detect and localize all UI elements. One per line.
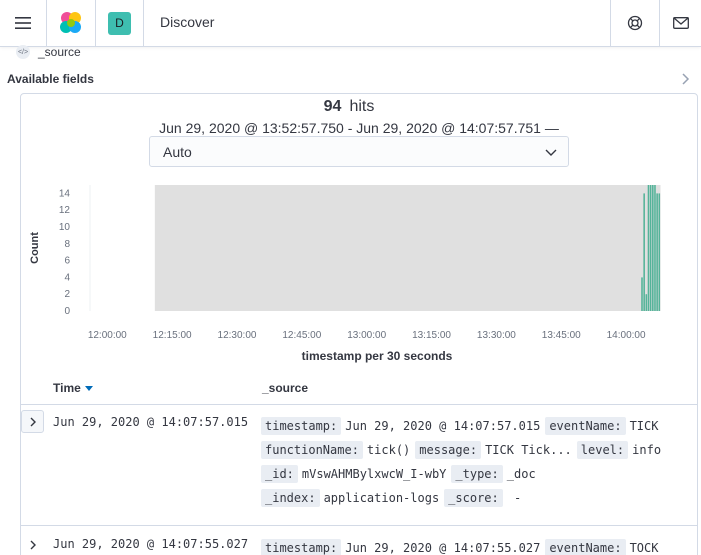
histogram-bar[interactable] [658, 193, 661, 311]
column-header-source: _source [262, 381, 309, 395]
histogram-bar[interactable] [647, 185, 650, 311]
source-field-key: message: [415, 441, 482, 459]
row-time: Jun 29, 2020 @ 14:07:57.015 [53, 415, 249, 429]
source-field-key: eventName: [545, 539, 626, 555]
histogram-bar[interactable] [652, 185, 654, 311]
source-field-key: _score: [444, 489, 503, 507]
row-time: Jun 29, 2020 @ 14:07:55.027 [53, 537, 249, 551]
source-field-pair: level: info [576, 438, 662, 462]
source-field-pair: eventName: TOCK [545, 536, 658, 555]
row-source: timestamp: Jun 29, 2020 @ 14:07:55.027 eve… [261, 536, 691, 555]
source-field-pair: eventName: TICK [545, 414, 658, 438]
source-field-key: _index: [261, 489, 320, 507]
source-field-value: _doc [506, 467, 536, 481]
row-source: timestamp: Jun 29, 2020 @ 14:07:57.015 eve… [261, 414, 691, 510]
source-field-key: functionName: [261, 441, 363, 459]
source-field-value: Jun 29, 2020 @ 14:07:55.027 [345, 541, 541, 555]
source-field-key: timestamp: [261, 417, 342, 435]
x-tick-label: 12:45:00 [282, 330, 321, 341]
source-field-key: _type: [451, 465, 503, 483]
doc-table-header: Time _source [21, 375, 697, 405]
x-tick-label: 13:45:00 [542, 330, 581, 341]
histogram-bar[interactable] [643, 193, 645, 311]
x-tick-label: 13:30:00 [477, 330, 516, 341]
sort-desc-icon[interactable] [84, 386, 93, 392]
source-field-value: mVswAHMBylxwcW_I-wbY [301, 467, 447, 481]
source-field-value: TOCK [629, 541, 659, 555]
source-field-value: tick() [366, 443, 411, 457]
source-field-value: TICK Tick... [485, 443, 572, 457]
row-expand-button[interactable] [21, 533, 44, 555]
x-tick-label: 12:00:00 [88, 330, 127, 341]
source-field-key: timestamp: [261, 539, 342, 555]
source-field-pair: timestamp: Jun 29, 2020 @ 14:07:57.015 [261, 414, 540, 438]
y-tick-label: 6 [64, 256, 70, 267]
source-field-pair: functionName: tick() [261, 438, 410, 462]
source-field-pair: _id: mVswAHMBylxwcW_I-wbY [261, 462, 446, 486]
source-field-value: Jun 29, 2020 @ 14:07:57.015 [345, 419, 541, 433]
histogram-bar[interactable] [656, 193, 658, 311]
y-tick-label: 4 [64, 272, 70, 283]
column-header-time[interactable]: Time [53, 381, 93, 395]
source-field-value: TICK [629, 419, 659, 433]
source-field-key: _id: [261, 465, 298, 483]
histogram-bar[interactable] [654, 185, 656, 311]
chevron-right-icon [30, 417, 36, 426]
column-header-time-label: Time [53, 381, 81, 395]
histogram-bar[interactable] [649, 185, 652, 311]
x-tick-label: 13:00:00 [347, 330, 386, 341]
source-field-key: eventName: [545, 417, 626, 435]
y-tick-label: 14 [59, 188, 71, 199]
y-tick-label: 12 [59, 205, 71, 216]
histogram-bar[interactable] [645, 294, 648, 311]
y-tick-label: 10 [59, 222, 71, 233]
table-row: Jun 29, 2020 @ 14:07:55.027 timestamp: Ju… [21, 527, 697, 555]
source-field-pair: _score: - [444, 486, 521, 510]
chart-xlabel: timestamp per 30 seconds [302, 349, 453, 363]
source-field-pair: _index: application-logs [261, 486, 439, 510]
x-tick-label: 12:15:00 [153, 330, 192, 341]
table-row: Jun 29, 2020 @ 14:07:57.015 timestamp: Ju… [21, 405, 697, 526]
chevron-right-icon [30, 540, 36, 549]
source-field-pair: message: TICK Tick... [415, 438, 572, 462]
time-range-selection[interactable] [154, 185, 661, 311]
source-field-key: level: [576, 441, 629, 459]
source-field-value: application-logs [323, 491, 440, 505]
row-expand-button[interactable] [21, 410, 44, 433]
y-tick-label: 0 [64, 306, 70, 317]
x-tick-label: 12:30:00 [218, 330, 257, 341]
y-tick-label: 2 [64, 289, 70, 300]
x-tick-label: 13:15:00 [412, 330, 451, 341]
y-tick-label: 8 [64, 239, 70, 250]
histogram-bar[interactable] [641, 277, 643, 311]
source-field-value: - [506, 491, 522, 505]
x-tick-label: 14:00:00 [607, 330, 646, 341]
source-field-pair: timestamp: Jun 29, 2020 @ 14:07:55.027 [261, 536, 540, 555]
chart-ylabel: Count [29, 232, 41, 264]
source-field-pair: _type: _doc [451, 462, 536, 486]
source-field-value: info [632, 443, 662, 457]
histogram-chart: 0 2 4 6 8 10 12 14 12:00:00 12:15:00 12:30:00 12:4… [29, 185, 661, 363]
